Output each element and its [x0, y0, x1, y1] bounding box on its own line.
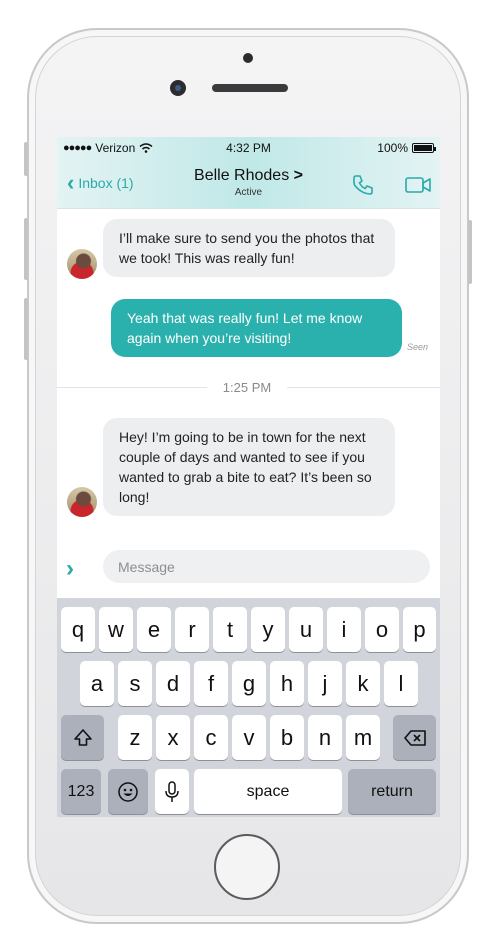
key-e[interactable]: e: [137, 607, 171, 652]
key-w[interactable]: w: [99, 607, 133, 652]
battery-percent: 100%: [377, 141, 408, 155]
time-divider-label: 1:25 PM: [207, 380, 287, 395]
return-key[interactable]: return: [348, 769, 436, 814]
screen: ●●●●● Verizon 4:32 PM 100% ‹ Inbox (1) B…: [57, 137, 440, 817]
seen-receipt: Seen: [407, 342, 429, 352]
emoji-icon: [118, 781, 138, 802]
battery-info: 100%: [377, 141, 436, 155]
key-p[interactable]: p: [403, 607, 436, 652]
key-m[interactable]: m: [346, 715, 380, 760]
key-v[interactable]: v: [232, 715, 266, 760]
key-r[interactable]: r: [175, 607, 209, 652]
key-h[interactable]: h: [270, 661, 304, 706]
front-camera: [170, 80, 186, 96]
home-button[interactable]: [214, 834, 280, 900]
phone-icon[interactable]: [351, 173, 375, 197]
conversation-header: ●●●●● Verizon 4:32 PM 100% ‹ Inbox (1) B…: [57, 137, 440, 209]
microphone-icon: [165, 780, 179, 802]
contact-name-row: Belle Rhodes >: [57, 167, 440, 185]
volume-up-button: [24, 218, 28, 280]
volume-down-button: [24, 298, 28, 360]
key-a[interactable]: a: [80, 661, 114, 706]
status-bar: ●●●●● Verizon 4:32 PM 100%: [63, 141, 436, 157]
shift-icon: [73, 728, 92, 746]
key-x[interactable]: x: [156, 715, 190, 760]
key-c[interactable]: c: [194, 715, 228, 760]
key-d[interactable]: d: [156, 661, 190, 706]
key-k[interactable]: k: [346, 661, 380, 706]
numbers-key[interactable]: 123: [61, 769, 101, 814]
backspace-key[interactable]: [393, 715, 436, 760]
battery-icon: [412, 143, 436, 153]
mute-switch: [24, 142, 28, 176]
key-q[interactable]: q: [61, 607, 95, 652]
avatar[interactable]: [67, 249, 97, 279]
microphone-key[interactable]: [155, 769, 189, 814]
key-f[interactable]: f: [194, 661, 228, 706]
incoming-message-bubble: I’ll make sure to send you the photos th…: [103, 219, 395, 277]
key-s[interactable]: s: [118, 661, 152, 706]
space-key[interactable]: space: [194, 769, 342, 814]
backspace-icon: [403, 729, 426, 746]
contact-status: Active: [234, 187, 263, 198]
key-l[interactable]: l: [384, 661, 418, 706]
key-o[interactable]: o: [365, 607, 399, 652]
outgoing-message-bubble: Yeah that was really fun! Let me know ag…: [111, 299, 402, 357]
key-n[interactable]: n: [308, 715, 342, 760]
contact-title[interactable]: Belle Rhodes > Active: [57, 167, 440, 198]
key-t[interactable]: t: [213, 607, 247, 652]
key-u[interactable]: u: [289, 607, 323, 652]
contact-name: Belle Rhodes: [194, 167, 290, 184]
key-i[interactable]: i: [327, 607, 361, 652]
shift-key[interactable]: [61, 715, 104, 760]
key-j[interactable]: j: [308, 661, 342, 706]
key-b[interactable]: b: [270, 715, 304, 760]
chevron-right-icon[interactable]: ›: [66, 555, 74, 583]
earpiece-speaker: [212, 84, 288, 92]
chevron-right-icon: >: [293, 167, 303, 184]
video-camera-icon[interactable]: [405, 175, 431, 195]
keyboard: q w e r t y u i o p a s d f g h j k l z …: [57, 598, 440, 817]
key-y[interactable]: y: [251, 607, 285, 652]
avatar[interactable]: [67, 487, 97, 517]
incoming-message-bubble: Hey! I’m going to be in town for the nex…: [103, 418, 395, 516]
key-z[interactable]: z: [118, 715, 152, 760]
key-g[interactable]: g: [232, 661, 266, 706]
message-input[interactable]: [103, 550, 430, 583]
power-button: [468, 220, 472, 284]
emoji-key[interactable]: [108, 769, 148, 814]
proximity-sensor: [243, 53, 253, 63]
